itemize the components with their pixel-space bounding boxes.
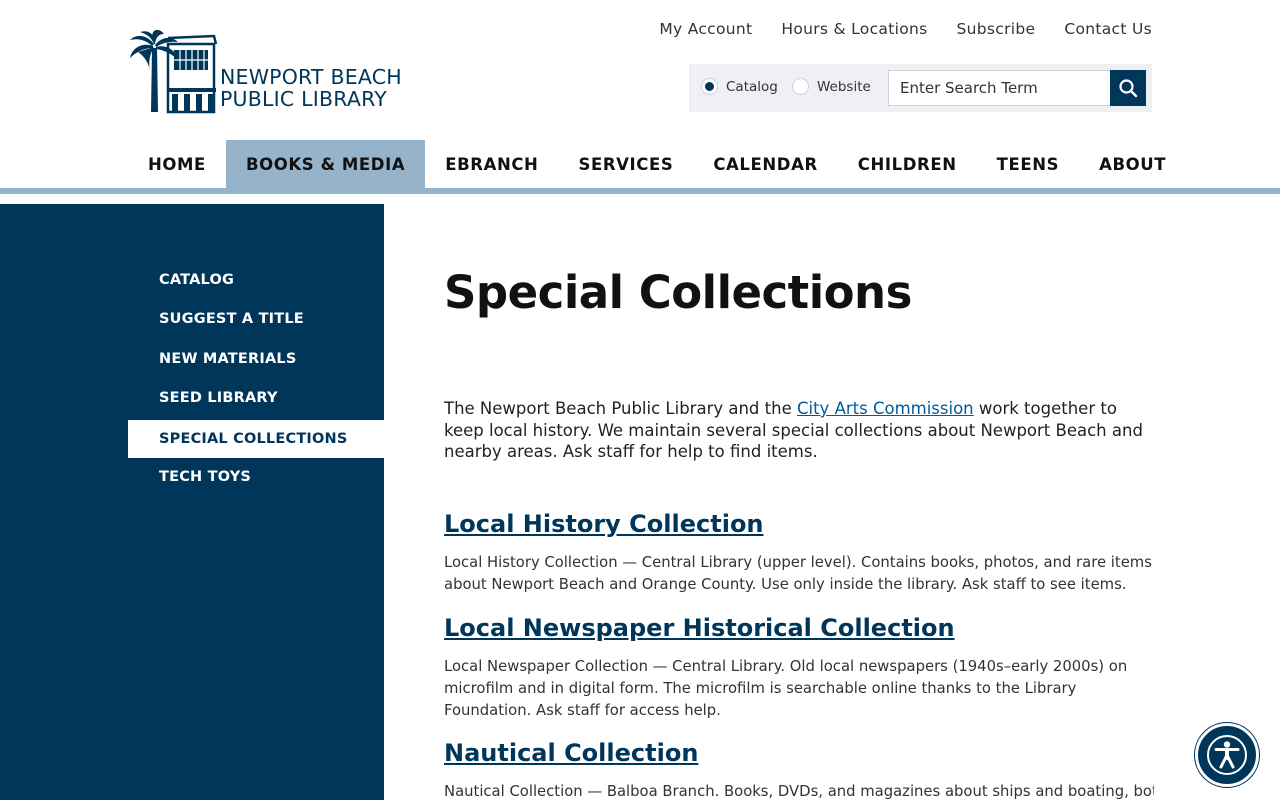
city-arts-commission-link[interactable]: City Arts Commission [797,399,974,418]
local-history-collection-link[interactable]: Local History Collection [444,510,764,538]
nav-children[interactable]: CHILDREN [838,140,977,188]
sidebar-item-catalog[interactable]: CATALOG [128,261,384,299]
radio-unselected-icon[interactable] [792,78,809,95]
intro-text-start: The Newport Beach Public Library and the [444,399,797,418]
sidebar-item-tech-toys[interactable]: TECH TOYS [128,458,384,496]
subscribe-link[interactable]: Subscribe [956,20,1035,38]
intro-paragraph: The Newport Beach Public Library and the… [444,398,1154,463]
scope-catalog-radio[interactable]: Catalog [701,78,778,95]
nautical-description: Nautical Collection — Balboa Branch. Boo… [444,783,1154,800]
library-logo[interactable]: NEWPORT BEACH PUBLIC LIBRARY [128,28,413,118]
logo-text: NEWPORT BEACH PUBLIC LIBRARY [220,66,402,110]
contact-us-link[interactable]: Contact Us [1064,20,1152,38]
logo-line-1: NEWPORT BEACH [220,65,402,89]
local-history-description: Local History Collection — Central Libra… [444,554,1152,593]
local-newspaper-collection-link[interactable]: Local Newspaper Historical Collection [444,614,955,642]
main-nav: HOME BOOKS & MEDIA EBRANCH SERVICES CALE… [128,140,1186,188]
nav-divider [0,188,1280,194]
nav-about[interactable]: ABOUT [1079,140,1186,188]
search-icon [1119,79,1138,98]
nav-services[interactable]: SERVICES [558,140,693,188]
scope-catalog-label: Catalog [726,78,778,95]
section-sidebar: CATALOG SUGGEST A TITLE NEW MATERIALS SE… [0,204,384,800]
sidebar-item-suggest-a-title[interactable]: SUGGEST A TITLE [128,300,384,338]
nav-ebranch[interactable]: EBRANCH [425,140,558,188]
palm-building-logo-icon [130,29,218,114]
sidebar-item-seed-library[interactable]: SEED LIBRARY [128,379,384,417]
radio-selected-icon[interactable] [701,78,718,95]
search-button[interactable] [1110,70,1146,106]
logo-line-2: PUBLIC LIBRARY [220,87,387,111]
nav-home[interactable]: HOME [128,140,226,188]
scope-website-radio[interactable]: Website [792,78,871,95]
search-panel: Catalog Website [689,64,1152,112]
nautical-collection-link[interactable]: Nautical Collection [444,739,698,767]
nav-books-media[interactable]: BOOKS & MEDIA [225,140,426,188]
accessibility-button[interactable] [1195,723,1259,787]
nav-calendar[interactable]: CALENDAR [693,140,837,188]
sidebar-item-special-collections[interactable]: SPECIAL COLLECTIONS [128,420,384,458]
page-title: Special Collections [444,266,912,319]
hours-locations-link[interactable]: Hours & Locations [781,20,927,38]
local-newspaper-description: Local Newspaper Collection — Central Lib… [444,658,1128,719]
sidebar-item-new-materials[interactable]: NEW MATERIALS [128,340,384,378]
main-content: Special Collections The Newport Beach Pu… [444,262,1154,800]
utility-nav: My Account Hours & Locations Subscribe C… [659,20,1152,38]
site-header: NEWPORT BEACH PUBLIC LIBRARY My Account … [0,0,1280,194]
my-account-link[interactable]: My Account [659,20,752,38]
scope-website-label: Website [817,78,871,95]
accessibility-icon [1207,735,1247,775]
search-input[interactable] [888,70,1110,106]
nav-teens[interactable]: TEENS [977,140,1080,188]
